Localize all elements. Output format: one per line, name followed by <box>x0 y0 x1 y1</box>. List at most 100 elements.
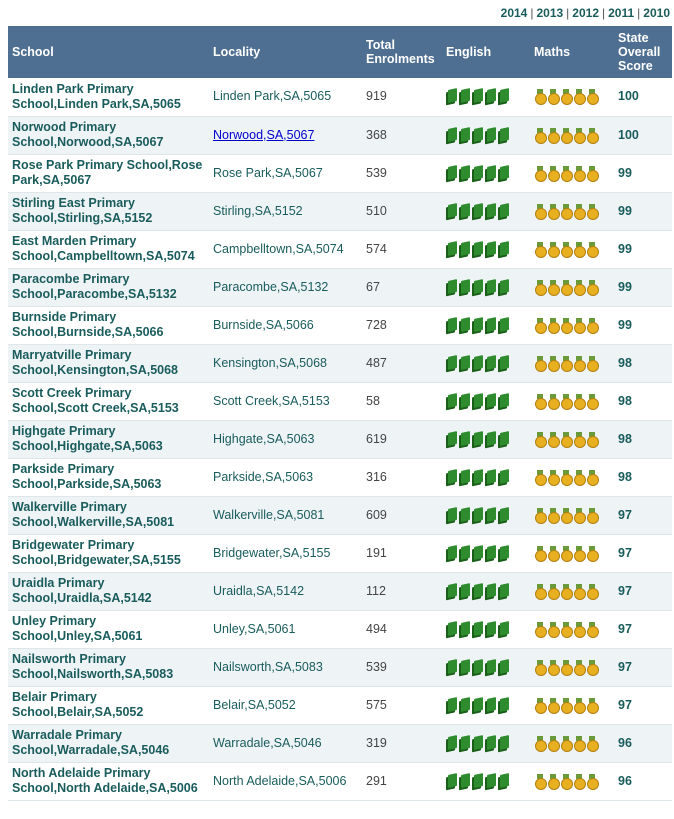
header-maths[interactable]: Maths <box>530 26 614 78</box>
school-name[interactable]: Belair Primary School,Belair,SA,5052 <box>8 686 209 725</box>
school-name[interactable]: Paracombe Primary School,Paracombe,SA,51… <box>8 268 209 307</box>
table-row[interactable]: Norwood Primary School,Norwood,SA,5067 No… <box>8 116 672 155</box>
header-english[interactable]: English <box>442 26 530 78</box>
medal-icon <box>560 621 573 638</box>
table-row[interactable]: Marryatville Primary School,Kensington,S… <box>8 344 672 383</box>
locality: Paracombe,SA,5132 <box>209 268 362 307</box>
table-row[interactable]: Rose Park Primary School,Rose Park,SA,50… <box>8 154 672 193</box>
school-name[interactable]: Marryatville Primary School,Kensington,S… <box>8 344 209 383</box>
medal-icon <box>573 431 586 448</box>
medal-icon <box>534 317 547 334</box>
state-overall-score: 97 <box>614 686 672 725</box>
table-row[interactable]: Highgate Primary School,Highgate,SA,5063… <box>8 420 672 459</box>
book-icon <box>446 166 458 181</box>
table-row[interactable]: Unley Primary School,Unley,SA,5061 Unley,… <box>8 610 672 649</box>
medal-icon <box>586 583 599 600</box>
book-icon <box>498 432 510 447</box>
total-enrolments: 539 <box>362 154 442 193</box>
maths-rating <box>530 154 614 193</box>
maths-rating <box>530 78 614 117</box>
medal-icon <box>573 317 586 334</box>
school-name[interactable]: Uraidla Primary School,Uraidla,SA,5142 <box>8 572 209 611</box>
school-name[interactable]: Nailsworth Primary School,Nailsworth,SA,… <box>8 648 209 687</box>
school-name[interactable]: Scott Creek Primary School,Scott Creek,S… <box>8 382 209 421</box>
table-row[interactable]: Scott Creek Primary School,Scott Creek,S… <box>8 382 672 421</box>
medal-icon <box>534 697 547 714</box>
medal-icon <box>547 469 560 486</box>
school-name[interactable]: Walkerville Primary School,Walkerville,S… <box>8 496 209 535</box>
book-icon <box>485 508 497 523</box>
school-name[interactable]: Rose Park Primary School,Rose Park,SA,50… <box>8 154 209 193</box>
table-row[interactable]: Walkerville Primary School,Walkerville,S… <box>8 496 672 535</box>
total-enrolments: 316 <box>362 458 442 497</box>
school-ranking-table: School Locality Total Enrolments English … <box>8 26 672 801</box>
medal-icon <box>560 165 573 182</box>
english-rating <box>442 78 530 117</box>
maths-rating <box>530 610 614 649</box>
header-locality[interactable]: Locality <box>209 26 362 78</box>
table-row[interactable]: Burnside Primary School,Burnside,SA,5066… <box>8 306 672 345</box>
medal-icon <box>534 545 547 562</box>
table-row[interactable]: Parkside Primary School,Parkside,SA,5063… <box>8 458 672 497</box>
medal-icon <box>547 127 560 144</box>
table-row[interactable]: Bridgewater Primary School,Bridgewater,S… <box>8 534 672 573</box>
school-name[interactable]: East Marden Primary School,Campbelltown,… <box>8 230 209 269</box>
table-row[interactable]: Uraidla Primary School,Uraidla,SA,5142 Ur… <box>8 572 672 611</box>
book-icon <box>498 242 510 257</box>
book-icon <box>446 660 458 675</box>
medal-icon <box>534 393 547 410</box>
medal-icon <box>534 735 547 752</box>
book-icon <box>459 89 471 104</box>
table-row[interactable]: East Marden Primary School,Campbelltown,… <box>8 230 672 269</box>
school-name[interactable]: Highgate Primary School,Highgate,SA,5063 <box>8 420 209 459</box>
maths-rating <box>530 686 614 725</box>
locality-link[interactable]: Norwood,SA,5067 <box>213 128 314 142</box>
medal-icon <box>560 773 573 790</box>
medal-icon <box>560 89 573 106</box>
medal-icon <box>586 735 599 752</box>
state-overall-score: 100 <box>614 116 672 155</box>
year-link-2010[interactable]: 2010 <box>643 6 670 20</box>
year-link-2013[interactable]: 2013 <box>536 6 563 20</box>
medal-icon <box>586 431 599 448</box>
book-icon <box>498 508 510 523</box>
maths-rating <box>530 648 614 687</box>
medal-icon <box>534 203 547 220</box>
total-enrolments: 291 <box>362 762 442 801</box>
school-name[interactable]: Bridgewater Primary School,Bridgewater,S… <box>8 534 209 573</box>
header-school[interactable]: School <box>8 26 209 78</box>
locality: North Adelaide,SA,5006 <box>209 762 362 801</box>
school-name[interactable]: North Adelaide Primary School,North Adel… <box>8 762 209 801</box>
school-name[interactable]: Parkside Primary School,Parkside,SA,5063 <box>8 458 209 497</box>
table-row[interactable]: Paracombe Primary School,Paracombe,SA,51… <box>8 268 672 307</box>
medal-icon <box>534 621 547 638</box>
table-row[interactable]: Linden Park Primary School,Linden Park,S… <box>8 78 672 117</box>
medal-icon <box>560 241 573 258</box>
school-name[interactable]: Unley Primary School,Unley,SA,5061 <box>8 610 209 649</box>
table-row[interactable]: Warradale Primary School,Warradale,SA,50… <box>8 724 672 763</box>
header-enrolments[interactable]: Total Enrolments <box>362 26 442 78</box>
medal-icon <box>547 545 560 562</box>
medal-icon <box>560 659 573 676</box>
book-icon <box>485 280 497 295</box>
table-row[interactable]: Stirling East Primary School,Stirling,SA… <box>8 192 672 231</box>
header-score[interactable]: State Overall Score <box>614 26 672 78</box>
table-row[interactable]: Nailsworth Primary School,Nailsworth,SA,… <box>8 648 672 687</box>
year-link-2014[interactable]: 2014 <box>501 6 528 20</box>
medal-icon <box>534 431 547 448</box>
school-name[interactable]: Norwood Primary School,Norwood,SA,5067 <box>8 116 209 155</box>
table-row[interactable]: Belair Primary School,Belair,SA,5052 Bela… <box>8 686 672 725</box>
school-name[interactable]: Stirling East Primary School,Stirling,SA… <box>8 192 209 231</box>
table-row[interactable]: North Adelaide Primary School,North Adel… <box>8 762 672 801</box>
book-icon <box>498 166 510 181</box>
year-link-2011[interactable]: 2011 <box>608 6 634 20</box>
school-name[interactable]: Burnside Primary School,Burnside,SA,5066 <box>8 306 209 345</box>
book-icon <box>446 546 458 561</box>
locality: Linden Park,SA,5065 <box>209 78 362 117</box>
school-name[interactable]: Linden Park Primary School,Linden Park,S… <box>8 78 209 117</box>
book-icon <box>472 432 484 447</box>
school-name[interactable]: Warradale Primary School,Warradale,SA,50… <box>8 724 209 763</box>
maths-rating <box>530 192 614 231</box>
year-link-2012[interactable]: 2012 <box>572 6 599 20</box>
medal-icon <box>547 697 560 714</box>
